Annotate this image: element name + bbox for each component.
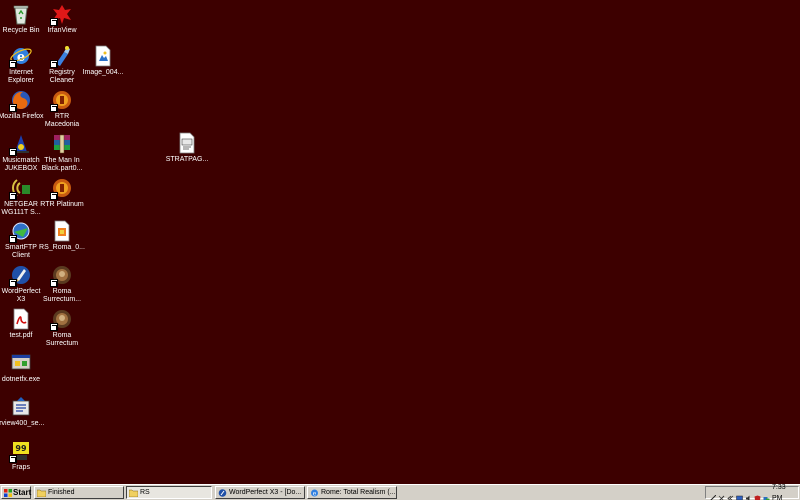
taskbar-item-label: RS [140,489,150,496]
network-icon[interactable] [709,489,717,500]
desktop: Recycle Bin e Internet Explorer Mozilla … [0,0,800,484]
smartftp-icon [9,219,33,243]
security-shield-icon[interactable] [754,489,761,500]
display-icon[interactable] [736,489,743,500]
desktop-icon-image-004[interactable]: Image_004... [79,44,127,77]
shortcut-arrow-icon [50,323,58,331]
shortcut-arrow-icon [50,279,58,287]
windows-logo-icon [4,488,12,497]
desktop-icon-label: IrfanView [47,27,77,34]
desktop-icon-irview-setup[interactable]: irview400_se... [0,395,45,428]
svg-text:e: e [313,490,317,497]
archive-file-icon [50,132,74,156]
desktop-icon-man-in-black[interactable]: The Man In Black.part0... [38,132,86,173]
folder-icon [128,489,139,497]
rtr-game-icon [50,176,74,200]
text-file-icon [175,131,199,155]
start-label: Start [13,488,32,497]
irfanview-icon [50,2,74,26]
svg-text:99: 99 [15,444,27,453]
desktop-icon-label: irview400_se... [0,420,45,427]
desktop-icon-dotnetfx[interactable]: dotnetfx.exe [0,351,45,384]
internet-explorer-icon: e [310,489,319,497]
taskbar-item-wordperfect[interactable]: WordPerfect X3 - [Do... [215,486,305,499]
registry-cleaner-icon [50,44,74,68]
desktop-icon-stratpag[interactable]: STRATPAG... [163,131,211,164]
start-button[interactable]: Start [1,486,31,499]
system-tray: 7:33 PM [705,484,799,500]
taskbar-item-finished[interactable]: Finished [34,486,124,499]
desktop-icon-label: RS_Roma_0... [39,244,85,251]
connection-icon[interactable] [763,489,770,500]
shortcut-arrow-icon [9,279,17,287]
shortcut-arrow-icon [50,60,58,68]
desktop-icon-label: Fraps [12,464,30,471]
musicmatch-icon [9,132,33,156]
roma-surrectum-icon [50,263,74,287]
firefox-icon [9,88,33,112]
desktop-icon-label: Roma Surrectum... [42,288,82,303]
desktop-icon-rtr-platinum[interactable]: RTR Platinum [38,176,86,209]
roma-surrectum-icon [50,307,74,331]
wordperfect-icon [218,488,227,497]
taskbar-item-rs[interactable]: RS [126,486,212,499]
desktop-icon-label: Roma Surrectum [45,332,79,347]
taskbar-item-label: Rome: Total Realism (... [321,489,396,496]
desktop-icon-label: STRATPAG... [165,156,209,163]
desktop-icon-fraps[interactable]: 99 Fraps [0,439,45,472]
pdf-file-icon [9,307,33,331]
taskbar: Start Finished RS WordPerfect X3 - [Do..… [0,484,800,500]
desktop-icon-roma-surrectum-1[interactable]: Roma Surrectum... [38,263,86,304]
document-file-icon [50,219,74,243]
installer-icon [9,351,33,375]
netgear-wireless-icon [9,176,33,200]
desktop-icon-label: dotnetfx.exe [1,376,41,383]
desktop-icon-roma-surrectum-2[interactable]: Roma Surrectum [38,307,86,348]
desktop-icon-label: RTR Macedonia [44,113,80,128]
shortcut-arrow-icon [50,18,58,26]
desktop-icon-label: RTR Platinum [40,201,84,208]
wireless-icon[interactable] [718,489,725,500]
taskbar-item-label: WordPerfect X3 - [Do... [229,489,302,496]
shortcut-arrow-icon [9,60,17,68]
taskbar-item-label: Finished [48,489,75,496]
desktop-icon-rtr-macedonia[interactable]: RTR Macedonia [38,88,86,129]
desktop-icon-label: Image_004... [82,69,124,76]
internet-explorer-icon: e [9,44,33,68]
desktop-icon-irfanview[interactable]: IrfanView [38,2,86,35]
clock[interactable]: 7:33 PM [772,482,798,500]
folder-icon [36,489,47,497]
expand-tray-icon[interactable] [727,489,734,500]
shortcut-arrow-icon [9,104,17,112]
wordperfect-icon [9,263,33,287]
shortcut-arrow-icon [9,455,17,463]
taskbar-item-rome-total-realism[interactable]: e Rome: Total Realism (... [307,486,397,499]
volume-icon[interactable] [745,489,752,500]
shortcut-arrow-icon [9,148,17,156]
shortcut-arrow-icon [9,192,17,200]
shortcut-arrow-icon [9,235,17,243]
shortcut-arrow-icon [50,192,58,200]
desktop-icon-label: The Man In Black.part0... [41,157,83,172]
shortcut-arrow-icon [50,104,58,112]
image-file-icon [91,44,115,68]
setup-package-icon [9,395,33,419]
fraps-icon: 99 [9,439,33,463]
recycle-bin-icon [9,2,33,26]
desktop-icon-rs-roma[interactable]: RS_Roma_0... [38,219,86,252]
rtr-game-icon [50,88,74,112]
